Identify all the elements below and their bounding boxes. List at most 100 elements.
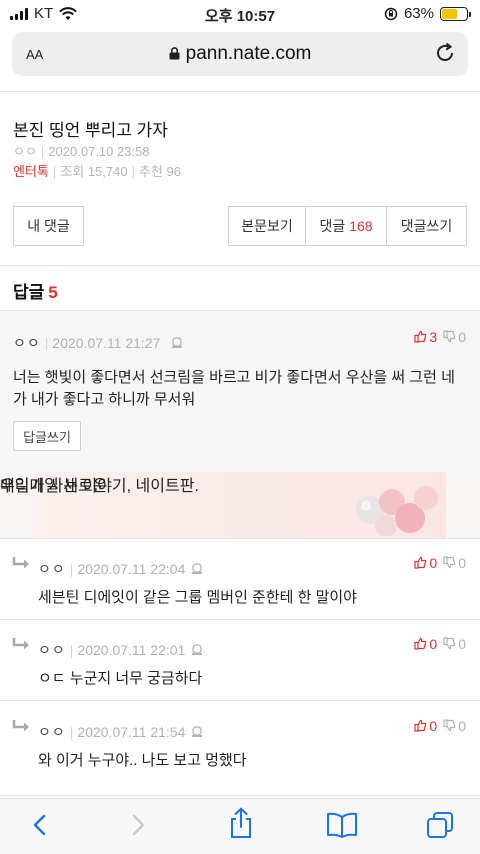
- replies-count: 5: [48, 283, 58, 302]
- reply-votes: 00: [414, 555, 466, 571]
- comment-datetime: 2020.07.11 21:27: [52, 335, 161, 351]
- replies-header: 답글 5: [13, 278, 58, 303]
- status-right: 63%: [384, 5, 471, 22]
- views-label: 조회: [60, 164, 85, 179]
- upvote-button[interactable]: 0: [414, 555, 437, 571]
- reply-nick[interactable]: ㅇㅇ: [38, 642, 66, 658]
- reply-datetime: 2020.07.11 21:54: [77, 724, 186, 740]
- article-meta-stats: 엔터톡 | 조회 15,740 | 추천 96: [13, 164, 181, 179]
- reply-meta: ㅇㅇ | 2020.07.11 22:01: [38, 640, 203, 660]
- downvote-button[interactable]: 0: [443, 555, 466, 571]
- downvote-count: 0: [458, 718, 466, 734]
- reply-text: ㅇㄷ 누군지 너무 궁금하다: [38, 670, 203, 687]
- comment-meta: ㅇㅇ | 2020.07.11 21:27: [13, 333, 183, 353]
- article-author[interactable]: ㅇㅇ: [13, 144, 37, 159]
- forward-icon[interactable]: [124, 811, 152, 839]
- view-body-button[interactable]: 본문보기: [228, 206, 306, 246]
- downvote-count: 0: [458, 555, 466, 571]
- browser-toolbar: [0, 798, 480, 854]
- balloons-image: [356, 486, 438, 536]
- lock-icon: [169, 47, 180, 60]
- my-comments-button[interactable]: 내 댓글: [13, 206, 84, 246]
- reply-text: 세븐틴 디에잇이 같은 그룹 멤버인 준한테 한 말이야: [38, 589, 357, 606]
- upvote-count: 0: [429, 555, 438, 571]
- views-count: 15,740: [87, 164, 128, 179]
- thumbs-down-icon: [443, 719, 456, 732]
- reply-votes: 00: [414, 636, 466, 652]
- comment-button-row: 내 댓글 본문보기 댓글 168 댓글쓰기: [0, 206, 480, 246]
- report-flag-icon[interactable]: [171, 337, 183, 349]
- thumbs-up-icon: [414, 719, 427, 732]
- reply-write-button[interactable]: 답글쓰기: [13, 421, 81, 451]
- thumbs-up-icon: [414, 637, 427, 650]
- thumbs-up-icon: [414, 556, 427, 569]
- write-comment-button[interactable]: 댓글쓰기: [386, 206, 467, 246]
- comment-votes: 30: [414, 329, 466, 345]
- upvote-button[interactable]: 3: [414, 329, 437, 345]
- reply-text: 와 이거 누구야.. 나도 보고 멍했다: [38, 752, 247, 769]
- reply-datetime: 2020.07.11 22:01: [77, 642, 186, 658]
- section-divider: [0, 795, 480, 796]
- status-bar: KT 오후 10:57 63%: [0, 0, 480, 30]
- report-flag-icon[interactable]: [191, 563, 203, 575]
- reply-item: ㅇㅇ | 2020.07.11 21:54 0 0 와 이거 누구야.. 나도 보고 멍했…: [0, 702, 480, 782]
- reply-divider: [0, 700, 480, 701]
- comments-label: 댓글: [319, 218, 346, 234]
- thumbs-down-icon: [443, 556, 456, 569]
- reply-meta: ㅇㅇ | 2020.07.11 21:54: [38, 722, 203, 742]
- thumbs-up-icon: [414, 330, 427, 343]
- reply-arrow-icon: [12, 638, 29, 650]
- downvote-button[interactable]: 0: [443, 329, 466, 345]
- main-comment: ㅇㅇ | 2020.07.11 21:27 30 너는 햇빛이 좋다면서 선크림을 …: [0, 311, 480, 472]
- comment-nick[interactable]: ㅇㅇ: [13, 335, 41, 351]
- reply-votes: 00: [414, 718, 466, 734]
- downvote-count: 0: [458, 329, 466, 345]
- section-divider: [0, 265, 480, 266]
- address-bar[interactable]: AA pann.nate.com: [12, 32, 468, 76]
- header-divider: [0, 91, 480, 92]
- thumbs-down-icon: [443, 330, 456, 343]
- article-datetime: 2020.07.10 23:58: [48, 144, 150, 159]
- reply-item: ㅇㅇ | 2020.07.11 22:01 0 0 ㅇㄷ 누군지 너무 궁금하다: [0, 620, 480, 701]
- upvote-button[interactable]: 0: [414, 636, 437, 652]
- tabs-icon[interactable]: [426, 811, 454, 839]
- recommend-label: 추천: [138, 164, 163, 179]
- article-title: 본진 띵언 뿌리고 가자: [13, 121, 168, 140]
- reply-datetime: 2020.07.11 22:04: [77, 561, 186, 577]
- orientation-lock-icon: [384, 7, 398, 20]
- downvote-button[interactable]: 0: [443, 718, 466, 734]
- reload-icon[interactable]: [434, 42, 456, 64]
- reply-item: ㅇㅇ | 2020.07.11 22:04 0 0 세븐틴 디에잇이 같은 그룹 멤버인 …: [0, 539, 480, 620]
- upvote-button[interactable]: 0: [414, 718, 437, 734]
- reply-nick[interactable]: ㅇㅇ: [38, 561, 66, 577]
- reply-nick[interactable]: ㅇㅇ: [38, 724, 66, 740]
- url-text[interactable]: pann.nate.com: [12, 43, 468, 65]
- reply-arrow-icon: [12, 720, 29, 732]
- share-icon[interactable]: [226, 807, 256, 839]
- banner-line2: 우리가 사는 이야기, 네이트판.: [0, 478, 199, 495]
- battery-percent: 63%: [403, 5, 434, 22]
- view-body-label: 본문보기: [241, 218, 293, 234]
- article-meta-author: ㅇㅇ | 2020.07.10 23:58: [13, 144, 150, 159]
- my-comments-label: 내 댓글: [27, 218, 70, 234]
- report-flag-icon[interactable]: [191, 726, 203, 738]
- comments-button[interactable]: 댓글 168: [305, 206, 387, 246]
- write-comment-label: 댓글쓰기: [400, 218, 453, 234]
- thumbs-down-icon: [443, 637, 456, 650]
- recommend-count: 96: [166, 164, 181, 179]
- battery-icon: [440, 6, 471, 21]
- url-label: pann.nate.com: [185, 43, 312, 64]
- bookmarks-icon[interactable]: [326, 811, 358, 839]
- upvote-count: 0: [429, 718, 438, 734]
- reply-meta: ㅇㅇ | 2020.07.11 22:04: [38, 559, 203, 579]
- reply-write-label: 답글쓰기: [23, 429, 71, 445]
- report-flag-icon[interactable]: [191, 644, 203, 656]
- comment-text: 너는 햇빛이 좋다면서 선크림을 바르고 비가 좋다면서 우산을 써 그런 네가…: [13, 369, 455, 408]
- article-category[interactable]: 엔터톡: [13, 164, 49, 179]
- upvote-count: 3: [429, 329, 438, 345]
- replies-label: 답글: [13, 283, 45, 302]
- back-icon[interactable]: [26, 811, 54, 839]
- upvote-count: 0: [429, 636, 438, 652]
- downvote-button[interactable]: 0: [443, 636, 466, 652]
- downvote-count: 0: [458, 636, 466, 652]
